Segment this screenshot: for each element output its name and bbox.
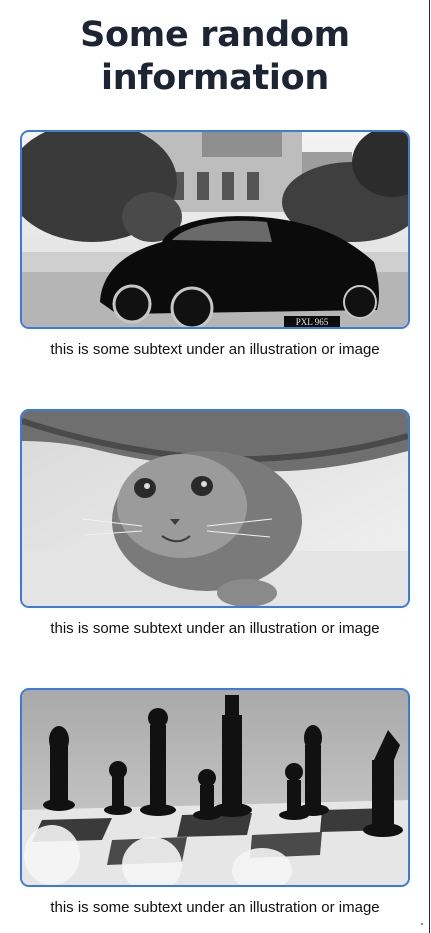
card-caption: this is some subtext under an illustrati… xyxy=(50,620,380,637)
image-card-cat[interactable] xyxy=(20,409,410,608)
page-title: Some random information xyxy=(80,15,350,98)
card-caption: this is some subtext under an illustrati… xyxy=(50,899,380,916)
license-plate: PXL 965 xyxy=(296,317,329,327)
car-photo: PXL 965 xyxy=(22,132,408,327)
cat-photo xyxy=(22,411,408,606)
image-card-chess[interactable] xyxy=(20,688,410,887)
chess-photo xyxy=(22,690,408,885)
card-caption: this is some subtext under an illustrati… xyxy=(50,341,380,358)
scroll-indicator xyxy=(421,923,423,925)
image-card-car[interactable]: PXL 965 xyxy=(20,130,410,329)
page-edge-divider xyxy=(429,0,430,933)
